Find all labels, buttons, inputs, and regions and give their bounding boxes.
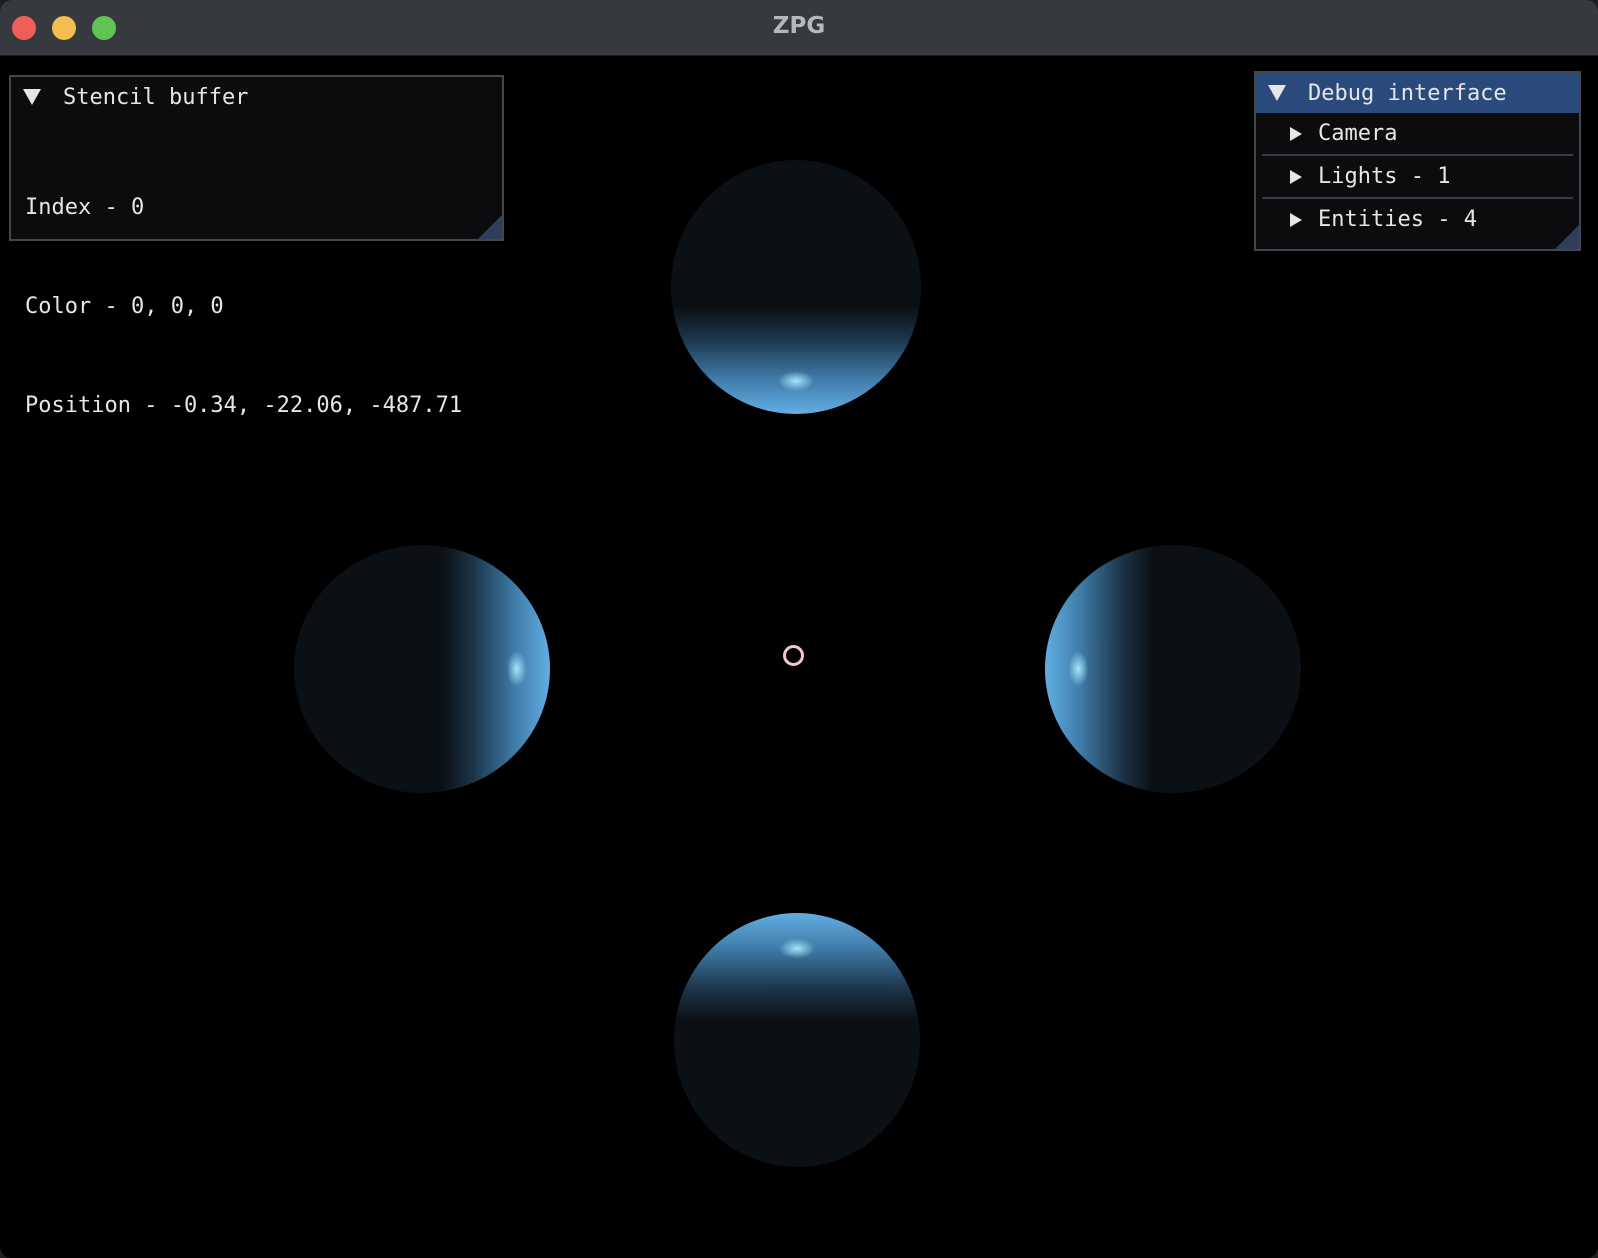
tree-item-entities[interactable]: Entities - 4 [1262,197,1573,240]
tree-item-label: Entities - 4 [1318,207,1477,232]
stencil-buffer-panel: Stencil buffer Index - 0 Color - 0, 0, 0… [9,75,504,418]
resize-grip-icon[interactable] [478,215,502,239]
tree-item-label: Camera [1318,121,1398,146]
tree-item-lights[interactable]: Lights - 1 [1262,154,1573,197]
debug-interface-panel: Debug interface Camera Lights - 1 Entiti… [1254,71,1581,251]
stencil-color-text: Color - 0, 0, 0 [25,294,224,319]
expand-arrow-icon[interactable] [1290,126,1302,141]
stencil-panel-title: Stencil buffer [63,84,249,110]
sphere-top[interactable] [671,160,921,414]
tree-item-camera[interactable]: Camera [1262,113,1573,154]
title-bar[interactable]: ZPG [0,0,1598,56]
stencil-index-text: Index - 0 [25,195,145,220]
expand-arrow-icon[interactable] [1290,169,1302,184]
stencil-info: Index - 0 Color - 0, 0, 0 Position - -0.… [11,117,502,488]
debug-panel-header[interactable]: Debug interface [1256,73,1579,113]
debug-panel-title: Debug interface [1308,80,1507,106]
crosshair-icon [783,645,804,666]
collapse-triangle-icon[interactable] [23,89,41,105]
sphere-bottom[interactable] [674,913,920,1167]
app-window: ZPG Stencil buffer Index - 0 Color - 0, … [0,0,1598,1258]
tree-item-label: Lights - 1 [1318,164,1451,189]
window-title: ZPG [772,13,826,39]
resize-grip-icon[interactable] [1555,225,1579,249]
expand-arrow-icon[interactable] [1290,212,1302,227]
stencil-position-text: Position - -0.34, -22.06, -487.71 [25,393,463,418]
sphere-left[interactable] [294,545,550,793]
collapse-triangle-icon[interactable] [1268,85,1286,101]
sphere-right[interactable] [1045,545,1301,793]
stencil-panel-header[interactable]: Stencil buffer [11,77,502,117]
